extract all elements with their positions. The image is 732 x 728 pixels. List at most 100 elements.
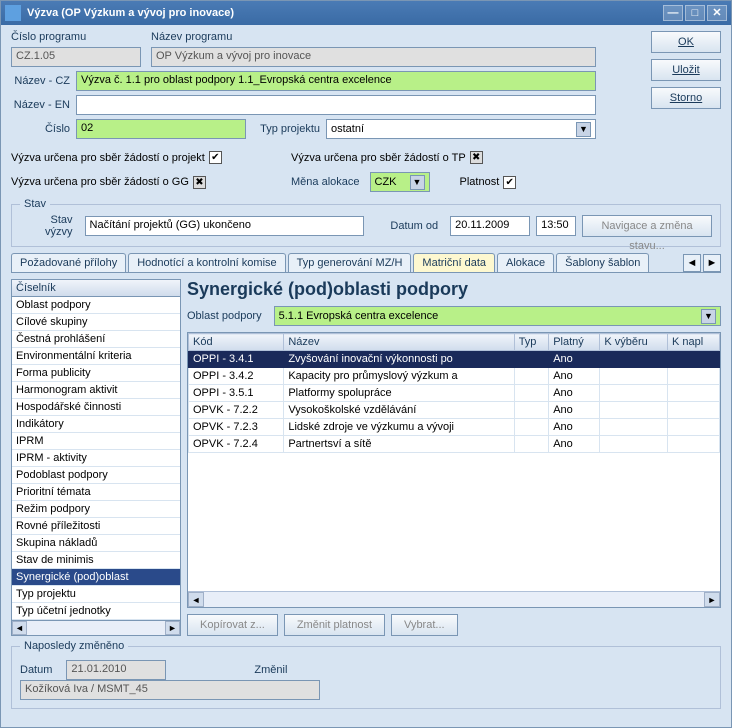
table-cell	[668, 419, 720, 436]
chk-projekt[interactable]: ✔	[209, 151, 222, 164]
sidebar-item[interactable]: Typ účetní jednotky	[12, 603, 180, 620]
tabs: Požadované přílohy Hodnotící a kontrolní…	[11, 253, 721, 273]
table-row[interactable]: OPPI - 3.4.2Kapacity pro průmyslový výzk…	[189, 368, 720, 385]
table-cell	[668, 402, 720, 419]
grid-column-header[interactable]: Název	[284, 334, 514, 351]
table-cell	[514, 385, 549, 402]
chevron-down-icon: ▼	[701, 309, 716, 324]
detail-heading: Synergické (pod)oblasti podpory	[187, 279, 721, 300]
sidebar-item[interactable]: Synergické (pod)oblast	[12, 569, 180, 586]
tab-alokace[interactable]: Alokace	[497, 253, 554, 272]
sidebar-item[interactable]: Typ projektu	[12, 586, 180, 603]
table-row[interactable]: OPVK - 7.2.3Lidské zdroje ve výzkumu a v…	[189, 419, 720, 436]
footer-legend: Naposledy změněno	[20, 640, 128, 652]
table-cell: OPVK - 7.2.4	[189, 436, 284, 453]
grid-column-header[interactable]: Typ	[514, 334, 549, 351]
table-cell: Lidské zdroje ve výzkumu a vývoji	[284, 419, 514, 436]
titlebar: Výzva (OP Výzkum a vývoj pro inovace) — …	[1, 1, 731, 25]
sidebar-item[interactable]: Indikátory	[12, 416, 180, 433]
minimize-icon[interactable]: —	[663, 5, 683, 21]
sidebar-item[interactable]: IPRM - aktivity	[12, 450, 180, 467]
cislo-field[interactable]: 02	[76, 119, 246, 139]
tab-sablony[interactable]: Šablony šablon	[556, 253, 649, 272]
scroll-right-icon[interactable]: ►	[165, 621, 180, 635]
cislo-programu-field: CZ.1.05	[11, 47, 141, 67]
grid-scroll-left-icon[interactable]: ◄	[188, 592, 204, 607]
sidebar-item[interactable]: Forma publicity	[12, 365, 180, 382]
scroll-track[interactable]	[27, 621, 165, 635]
cancel-button[interactable]: Storno	[651, 87, 721, 109]
tab-komise[interactable]: Hodnotící a kontrolní komise	[128, 253, 285, 272]
table-cell: Ano	[549, 436, 600, 453]
nazev-cz-label: Název - CZ	[11, 75, 76, 87]
chk-tp[interactable]: ✖	[470, 151, 483, 164]
table-cell: Ano	[549, 385, 600, 402]
chk-gg-label: Výzva určena pro sběr žádostí o GG	[11, 176, 189, 188]
scroll-left-icon[interactable]: ◄	[12, 621, 27, 635]
copy-button[interactable]: Kopírovat z...	[187, 614, 278, 636]
grid-scroll-right-icon[interactable]: ►	[704, 592, 720, 607]
chk-gg[interactable]: ✖	[193, 176, 206, 189]
close-icon[interactable]: ✕	[707, 5, 727, 21]
tab-prilohy[interactable]: Požadované přílohy	[11, 253, 126, 272]
change-platnost-button[interactable]: Změnit platnost	[284, 614, 385, 636]
grid-column-header[interactable]: Kód	[189, 334, 284, 351]
sidebar-item[interactable]: Rovné příležitosti	[12, 518, 180, 535]
typ-projektu-dropdown[interactable]: ostatní ▼	[326, 119, 596, 139]
sidebar-item[interactable]: Environmentální kriteria	[12, 348, 180, 365]
footer-zmenil-field: Kožíková Iva / MSMT_45	[20, 680, 320, 700]
tab-scroll-left-icon[interactable]: ◄	[683, 254, 701, 272]
nav-button[interactable]: Navigace a změna stavu...	[582, 215, 712, 237]
tab-matricni[interactable]: Matriční data	[413, 253, 495, 272]
stav-legend: Stav	[20, 198, 50, 210]
sidebar-item[interactable]: Oblast podpory	[12, 297, 180, 314]
sidebar-item[interactable]: Stav de minimis	[12, 552, 180, 569]
table-cell: OPPI - 3.5.1	[189, 385, 284, 402]
table-cell	[668, 385, 720, 402]
tab-scroll-right-icon[interactable]: ►	[703, 254, 721, 272]
table-cell	[600, 385, 668, 402]
grid-column-header[interactable]: K napl	[668, 334, 720, 351]
grid-column-header[interactable]: Platný	[549, 334, 600, 351]
ok-button[interactable]: OK	[651, 31, 721, 53]
chk-platnost[interactable]: ✔	[503, 176, 516, 189]
content: OK Uložit Storno Číslo programu Název pr…	[1, 25, 731, 727]
grid-scroll-track[interactable]	[204, 592, 704, 607]
sidebar-header[interactable]: Číselník	[12, 280, 180, 297]
table-row[interactable]: OPVK - 7.2.2Vysokoškolské vzděláváníAno	[189, 402, 720, 419]
oblast-dropdown[interactable]: 5.1.1 Evropská centra excelence ▼	[274, 306, 721, 326]
maximize-icon[interactable]: □	[685, 5, 705, 21]
sidebar-item[interactable]: Skupina nákladů	[12, 535, 180, 552]
sidebar-item[interactable]: Podoblast podpory	[12, 467, 180, 484]
table-row[interactable]: OPPI - 3.5.1Platformy spolupráceAno	[189, 385, 720, 402]
table-row[interactable]: OPVK - 7.2.4Partnertsví a sítěAno	[189, 436, 720, 453]
table-cell: Vysokoškolské vzdělávání	[284, 402, 514, 419]
sidebar-items: Oblast podporyCílové skupinyČestná prohl…	[12, 297, 180, 620]
sidebar-item[interactable]: Cílové skupiny	[12, 314, 180, 331]
nazev-en-field[interactable]	[76, 95, 596, 115]
tab-mzh[interactable]: Typ generování MZ/H	[288, 253, 412, 272]
grid-column-header[interactable]: K výběru	[600, 334, 668, 351]
mena-dropdown[interactable]: CZK ▼	[370, 172, 430, 192]
typ-projektu-label: Typ projektu	[256, 123, 326, 135]
nazev-cz-field[interactable]: Výzva č. 1.1 pro oblast podpory 1.1_Evro…	[76, 71, 596, 91]
select-button[interactable]: Vybrat...	[391, 614, 458, 636]
sidebar-item[interactable]: Prioritní témata	[12, 484, 180, 501]
mena-value: CZK	[375, 176, 397, 188]
sidebar-item[interactable]: IPRM	[12, 433, 180, 450]
sidebar-item[interactable]: Hospodářské činnosti	[12, 399, 180, 416]
table-cell	[600, 402, 668, 419]
main-panel: Číselník Oblast podporyCílové skupinyČes…	[11, 279, 721, 636]
detail-panel: Synergické (pod)oblasti podpory Oblast p…	[187, 279, 721, 636]
app-icon	[5, 5, 21, 21]
nazev-programu-label: Název programu	[151, 31, 551, 43]
save-button[interactable]: Uložit	[651, 59, 721, 81]
sidebar-item[interactable]: Harmonogram aktivit	[12, 382, 180, 399]
oblast-value: 5.1.1 Evropská centra excelence	[279, 310, 439, 322]
cas-field: 13:50	[536, 216, 576, 236]
table-row[interactable]: OPPI - 3.4.1Zvyšování inovační výkonnost…	[189, 351, 720, 368]
sidebar: Číselník Oblast podporyCílové skupinyČes…	[11, 279, 181, 636]
sidebar-item[interactable]: Režim podpory	[12, 501, 180, 518]
table-cell: Zvyšování inovační výkonnosti po	[284, 351, 514, 368]
sidebar-item[interactable]: Čestná prohlášení	[12, 331, 180, 348]
